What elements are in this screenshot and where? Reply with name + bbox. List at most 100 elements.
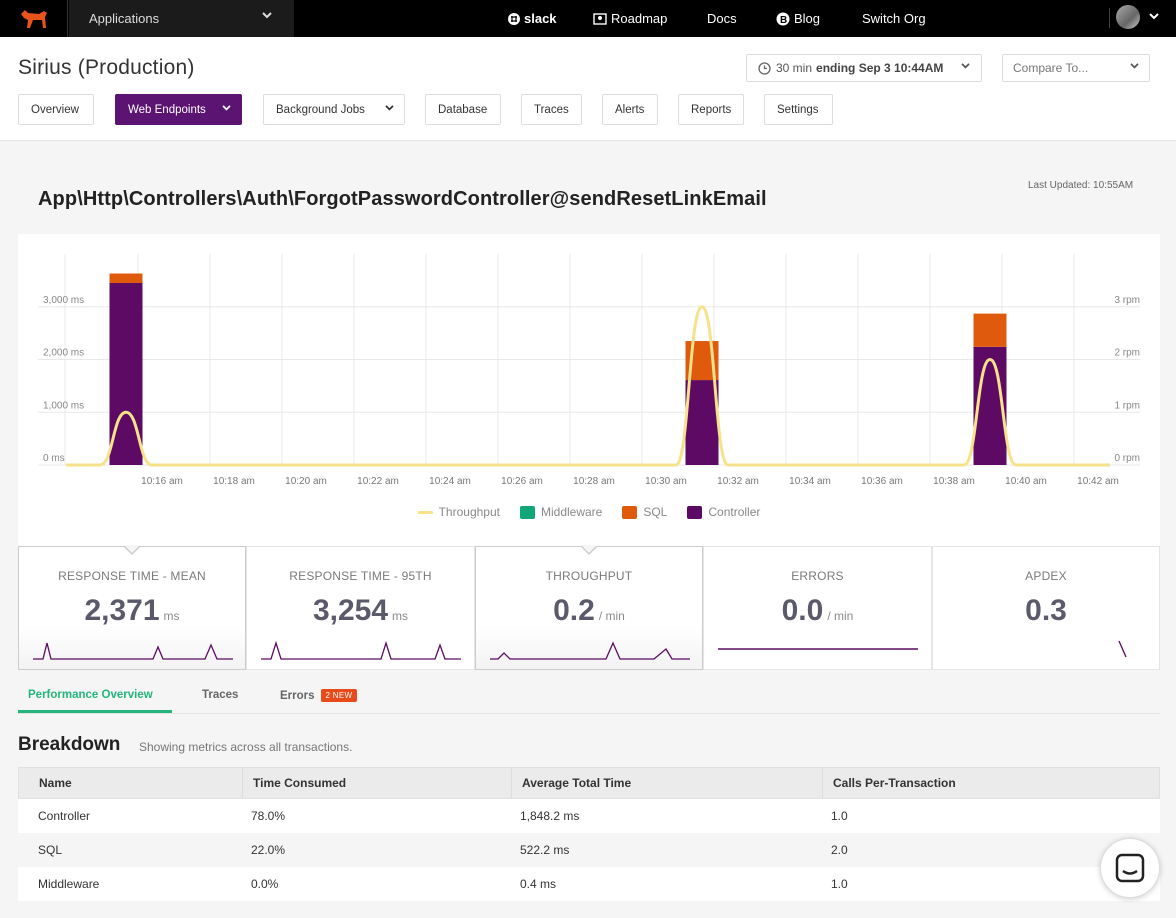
x-axis-tick-label: 10:32 am [717,476,759,487]
x-axis-tick-label: 10:40 am [1005,476,1047,487]
time-range-duration: 30 min [776,61,813,75]
metric-apdex[interactable]: APDEX 0.3 [932,546,1160,670]
endpoint-title: App\Http\Controllers\Auth\ForgotPassword… [38,188,767,210]
column-header[interactable]: Time Consumed [243,768,512,798]
x-axis-tick-label: 10:30 am [645,476,687,487]
metric-errors[interactable]: ERRORS 0.0/ min [703,546,932,670]
compare-to-dropdown[interactable]: Compare To... [1002,54,1150,82]
tab-database[interactable]: Database [425,94,501,125]
legend-controller[interactable]: Controller [687,505,760,519]
metric-value: 3,254 ms [312,594,409,627]
y2-axis-tick-label: 0 rpm [1114,453,1140,464]
slack-link[interactable]: slack [508,0,557,37]
tab-web-endpoints[interactable]: Web Endpoints [115,94,242,125]
cell-time-consumed: 22.0% [251,843,286,857]
time-range-selector[interactable]: 30 min ending Sep 3 10:44AM [746,54,982,82]
column-header[interactable]: Calls Per-Transaction [823,768,1159,798]
cell-name: Middleware [38,877,100,891]
svg-text:B: B [780,15,787,26]
breakdown-title: Breakdown [18,734,121,755]
roadmap-link[interactable]: Roadmap [593,0,667,37]
chevron-down-icon [262,12,272,19]
x-axis-tick-label: 10:22 am [357,476,399,487]
x-axis-tick-label: 10:26 am [501,476,543,487]
bar-sql [973,313,1007,347]
tab-traces-detail[interactable]: Traces [202,689,238,701]
active-tab-underline [18,710,172,713]
blog-icon: B [776,12,790,26]
chevron-down-icon [222,105,231,111]
bar-sql [109,273,143,284]
x-axis-tick-label: 10:42 am [1077,476,1119,487]
x-axis-tick-label: 10:38 am [933,476,975,487]
tab-background-jobs[interactable]: Background Jobs [263,94,405,125]
tab-performance-overview[interactable]: Performance Overview [28,689,153,701]
docs-link[interactable]: Docs [707,0,737,37]
x-axis-tick-label: 10:18 am [213,476,255,487]
user-avatar[interactable] [1116,5,1140,29]
metric-throughput[interactable]: THROUGHPUT 0.2/ min [475,545,703,670]
chat-launcher-button[interactable] [1100,838,1160,898]
cell-time-consumed: 0.0% [251,877,279,891]
column-header[interactable]: Name [19,768,243,798]
table-header: Name Time Consumed Average Total Time Ca… [18,767,1160,799]
throughput-line [66,305,1110,467]
chevron-down-icon [385,105,394,111]
compare-to-placeholder: Compare To... [1013,61,1089,75]
legend-middleware[interactable]: Middleware [519,505,602,519]
x-axis-tick-label: 10:34 am [789,476,831,487]
selected-notch [580,545,598,555]
y2-axis-tick-label: 1 rpm [1114,400,1140,411]
blog-link[interactable]: B Blog [776,0,820,37]
legend-sql[interactable]: SQL [622,505,667,519]
chevron-down-icon [961,63,970,69]
tab-traces[interactable]: Traces [521,94,582,125]
tab-reports[interactable]: Reports [678,94,744,125]
last-updated: Last Updated: 10:55AM [1028,180,1134,191]
chart-svg: 0 ms 1,000 ms 2,000 ms 3,000 ms 0 rpm 1 rpm 2 … [38,254,1140,487]
breakdown-subtitle: Showing metrics across all transactions. [139,740,353,754]
y-axis-tick-label: 2,000 ms [43,348,84,359]
cell-avg-total-time: 1,848.2 ms [520,809,580,823]
metric-value: 2,371 ms [84,594,180,627]
chevron-down-icon[interactable] [1149,13,1159,21]
x-axis-tick-label: 10:24 am [429,476,471,487]
detail-tabs: Performance Overview Traces Errors 2 NEW [18,680,1160,714]
metric-response-time-mean[interactable]: RESPONSE TIME - MEAN 2,371 ms [18,545,246,670]
table-row[interactable]: Middleware 0.0% 0.4 ms 1.0 [18,867,1160,901]
scout-logo[interactable] [0,0,68,37]
x-axis-tick-label: 10:28 am [573,476,615,487]
legend-throughput[interactable]: Throughput [417,505,500,519]
applications-dropdown[interactable]: Applications [69,0,294,37]
sparkline [490,641,690,660]
breakdown-table: Name Time Consumed Average Total Time Ca… [18,767,1160,901]
metric-value: 0.3 [1025,594,1067,627]
top-bar: Applications slack Roadmap Docs B Blog S… [0,0,1176,37]
time-range-end: ending Sep 3 10:44AM [816,61,944,75]
response-time-chart: 0 ms 1,000 ms 2,000 ms 3,000 ms 0 rpm 1 rpm 2 … [18,234,1160,546]
sparkline [718,648,918,650]
x-axis-tick-label: 10:36 am [861,476,903,487]
tab-settings[interactable]: Settings [764,94,833,125]
selected-notch [123,545,141,555]
cell-avg-total-time: 0.4 ms [520,877,557,891]
column-header[interactable]: Average Total Time [512,768,823,798]
app-header: Sirius (Production) 30 min ending Sep 3 … [0,37,1176,141]
metric-response-time-95th[interactable]: RESPONSE TIME - 95TH 3,254 ms [246,546,475,670]
y-axis-tick-label: 1,000 ms [43,400,84,411]
switch-org-link[interactable]: Switch Org [862,0,926,37]
y2-axis-tick-label: 3 rpm [1114,295,1140,306]
chat-icon [1115,853,1145,883]
clock-icon [758,61,771,75]
metric-value: 0.0/ min [781,594,854,627]
cell-calls-per-transaction: 2.0 [831,843,848,857]
metric-title: RESPONSE TIME - 95TH [289,569,432,583]
table-row[interactable]: SQL 22.0% 522.2 ms 2.0 [18,833,1160,867]
sparkline [1118,640,1127,658]
map-pin-icon [593,13,607,25]
metric-title: APDEX [1025,569,1067,583]
tab-overview[interactable]: Overview [18,94,94,125]
tab-alerts[interactable]: Alerts [602,94,658,125]
tab-errors[interactable]: Errors 2 NEW [280,689,358,702]
table-row[interactable]: Controller 78.0% 1,848.2 ms 1.0 [18,799,1160,833]
